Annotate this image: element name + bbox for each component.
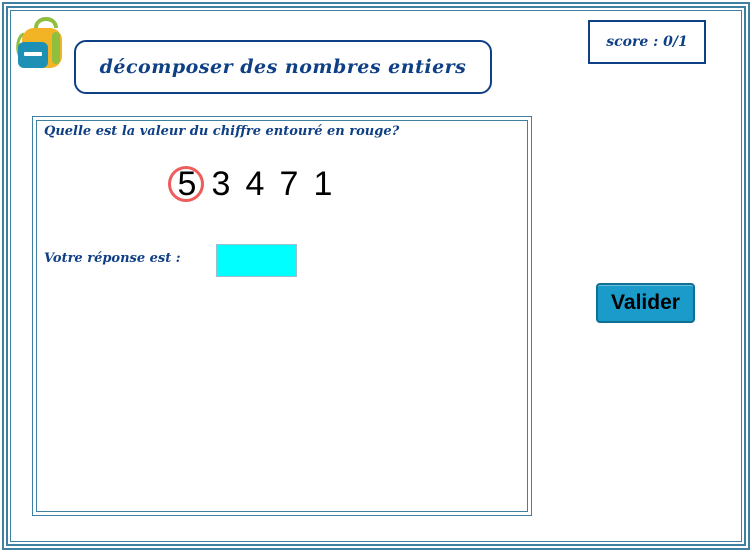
number-display: 5 3 4 7 1 — [168, 164, 340, 204]
title-box: décomposer des nombres entiers — [74, 40, 492, 94]
answer-input[interactable] — [216, 244, 297, 277]
backpack-icon — [16, 17, 62, 68]
validate-button[interactable]: Valider — [596, 283, 695, 323]
digit-circled: 5 — [168, 164, 204, 204]
score-box: score : 0/1 — [588, 20, 706, 64]
app-window: décomposer des nombres entiers score : 0… — [0, 0, 752, 552]
question-text: Quelle est la valeur du chiffre entouré … — [44, 124, 400, 139]
answer-label: Votre réponse est : — [44, 251, 181, 266]
digit: 1 — [313, 165, 333, 203]
digit: 4 — [245, 165, 265, 203]
score-label: score : 0/1 — [606, 34, 688, 50]
digit: 3 — [211, 165, 231, 203]
digit: 7 — [279, 165, 299, 203]
page-title: décomposer des nombres entiers — [99, 56, 467, 78]
